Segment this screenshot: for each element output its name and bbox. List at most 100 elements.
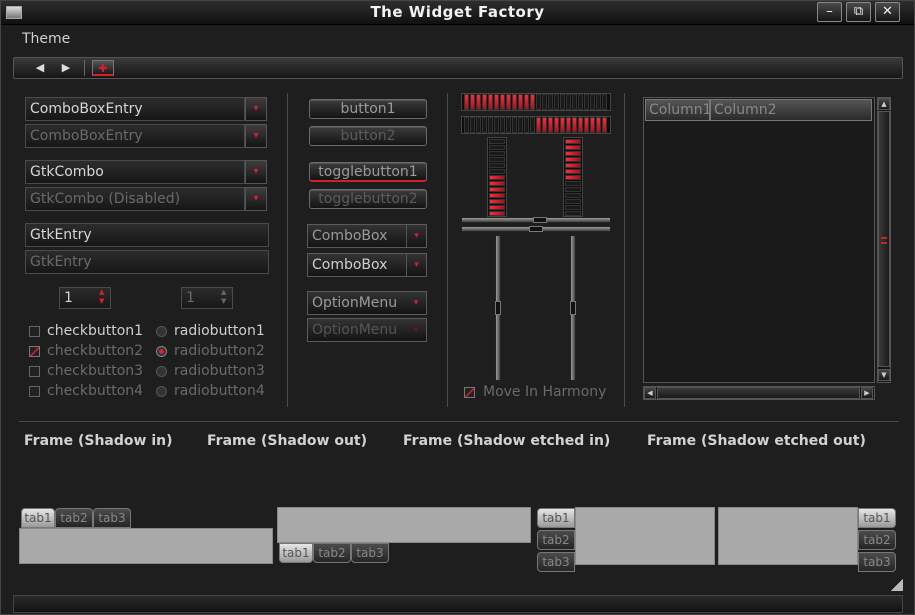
nb3-tab1[interactable]: tab1 (537, 508, 575, 528)
scroll-left-icon[interactable]: ◀ (644, 387, 656, 399)
progress-h1-segment (482, 94, 487, 110)
tree-view[interactable] (643, 97, 875, 383)
nb3-tab2[interactable]: tab2 (537, 530, 575, 550)
progress-h1-segment (572, 94, 577, 110)
nb4-tab1[interactable]: tab1 (858, 508, 896, 528)
radiobutton3-label: radiobutton3 (174, 363, 265, 379)
radiobutton1-label[interactable]: radiobutton1 (174, 323, 265, 339)
progress-bar-v2 (563, 137, 583, 217)
nb2-tab2[interactable]: tab2 (313, 543, 351, 563)
window: The Widget Factory – ⧉ ✕ Theme ◀ ▶ ✚ Com… (0, 0, 915, 615)
gtk-combo-disabled: GtkCombo (Disabled) (25, 187, 245, 211)
resize-grip-icon[interactable] (891, 579, 903, 591)
spin-1-arrows-icon[interactable]: ▲ ▼ (99, 288, 104, 306)
title-bar[interactable]: The Widget Factory – ⧉ ✕ (1, 1, 914, 25)
minimize-button[interactable]: – (817, 2, 842, 22)
progress-v2-segment (565, 169, 581, 174)
progress-v2-segment (565, 199, 581, 204)
checkbutton3-box (29, 366, 40, 377)
progress-v1-segment (489, 139, 505, 144)
progress-bar-h1 (461, 93, 611, 111)
hscale-1-handle[interactable] (533, 217, 547, 223)
progress-v2-segment (565, 163, 581, 168)
hscale-2-handle[interactable] (529, 226, 543, 232)
column1-header[interactable]: Column1 (645, 99, 712, 121)
progress-h2-segment (542, 117, 547, 133)
vscale-1-handle[interactable] (495, 301, 501, 315)
checkbutton1-box[interactable] (29, 326, 40, 337)
progress-h1-segment (476, 94, 481, 110)
forward-arrow-icon[interactable]: ▶ (58, 60, 74, 76)
option-menu-1[interactable]: OptionMenu ▾ (307, 291, 427, 315)
radiobutton2-dot[interactable] (156, 346, 167, 357)
combobox-entry-dropdown[interactable]: ▾ (245, 97, 267, 121)
nb2-tab3[interactable]: tab3 (351, 543, 389, 563)
scroll-down-icon[interactable]: ▼ (878, 369, 890, 381)
progress-h2-segment (584, 117, 589, 133)
checkbutton2-label[interactable]: checkbutton2 (47, 343, 143, 359)
progress-v2-segment (565, 151, 581, 156)
scroll-right-icon[interactable]: ▶ (861, 387, 873, 399)
nb1-tab1[interactable]: tab1 (21, 508, 55, 528)
progress-h2-segment (560, 117, 565, 133)
gtk-entry[interactable]: GtkEntry (25, 223, 269, 247)
checkbutton2-box[interactable] (29, 346, 40, 357)
radiobutton1-dot[interactable] (156, 326, 167, 337)
nb4-tab3[interactable]: tab3 (858, 552, 896, 572)
progress-h1-segment (566, 94, 571, 110)
checkbutton1-label[interactable]: checkbutton1 (47, 323, 143, 339)
progress-h2-segment (596, 117, 601, 133)
nb1-tab3[interactable]: tab3 (93, 508, 131, 528)
vertical-grip-icon (881, 237, 887, 244)
togglebutton1[interactable]: togglebutton1 (309, 162, 427, 182)
progress-h2-segment (464, 117, 469, 133)
frame-shadow-in-label: Frame (Shadow in) (24, 433, 173, 449)
option-menu-1-label: OptionMenu (312, 295, 398, 311)
radiobutton2-label[interactable]: radiobutton2 (174, 343, 265, 359)
window-title: The Widget Factory (370, 3, 545, 21)
nb1-tab2[interactable]: tab2 (55, 508, 93, 528)
progress-v2-segment (565, 157, 581, 162)
combobox-2-arrow-icon[interactable]: ▾ (406, 254, 426, 276)
frame-shadow-etched-in-label: Frame (Shadow etched in) (403, 433, 611, 449)
separator-3 (624, 93, 625, 407)
progress-h1-segment (578, 94, 583, 110)
column2-header[interactable]: Column2 (710, 99, 872, 121)
progress-v2-segment (565, 211, 581, 216)
progress-h2-segment (530, 117, 535, 133)
progress-h2-segment (590, 117, 595, 133)
toolbar-separator (84, 60, 85, 76)
menu-theme[interactable]: Theme (22, 31, 70, 47)
togglebutton2: togglebutton2 (309, 189, 427, 209)
back-arrow-icon[interactable]: ◀ (32, 60, 48, 76)
option-menu-1-arrow-icon[interactable]: ▾ (406, 292, 426, 314)
combobox-2-label: ComboBox (312, 257, 388, 273)
progress-h1-segment (494, 94, 499, 110)
progress-v2-segment (565, 187, 581, 192)
progress-h1-segment (518, 94, 523, 110)
nb4-panel (718, 507, 858, 565)
progress-h2-segment (500, 117, 505, 133)
scroll-up-icon[interactable]: ▲ (878, 98, 890, 110)
progress-h2-segment (506, 117, 511, 133)
progress-h2-segment (518, 117, 523, 133)
progress-bar-v1 (487, 137, 507, 217)
combobox-2[interactable]: ComboBox ▾ (307, 253, 427, 277)
gtk-combo-dropdown[interactable]: ▾ (245, 160, 267, 184)
progress-v2-segment (565, 193, 581, 198)
tool-button-icon[interactable]: ✚ (92, 60, 114, 76)
horizontal-scroll-thumb[interactable] (657, 387, 860, 399)
combobox-1-arrow-icon[interactable]: ▾ (406, 225, 426, 247)
button1[interactable]: button1 (309, 99, 427, 119)
gtk-combo[interactable]: GtkCombo (25, 160, 245, 184)
close-button[interactable]: ✕ (875, 2, 900, 22)
nb3-tab3[interactable]: tab3 (537, 552, 575, 572)
combobox-entry[interactable]: ComboBoxEntry (25, 97, 245, 121)
nb2-tab1[interactable]: tab1 (279, 543, 313, 563)
combobox-1[interactable]: ComboBox ▾ (307, 224, 427, 248)
progress-h1-segment (560, 94, 565, 110)
vscale-2-handle[interactable] (570, 301, 576, 315)
restore-button[interactable]: ⧉ (846, 2, 871, 22)
progress-h2-segment (554, 117, 559, 133)
nb4-tab2[interactable]: tab2 (858, 530, 896, 550)
